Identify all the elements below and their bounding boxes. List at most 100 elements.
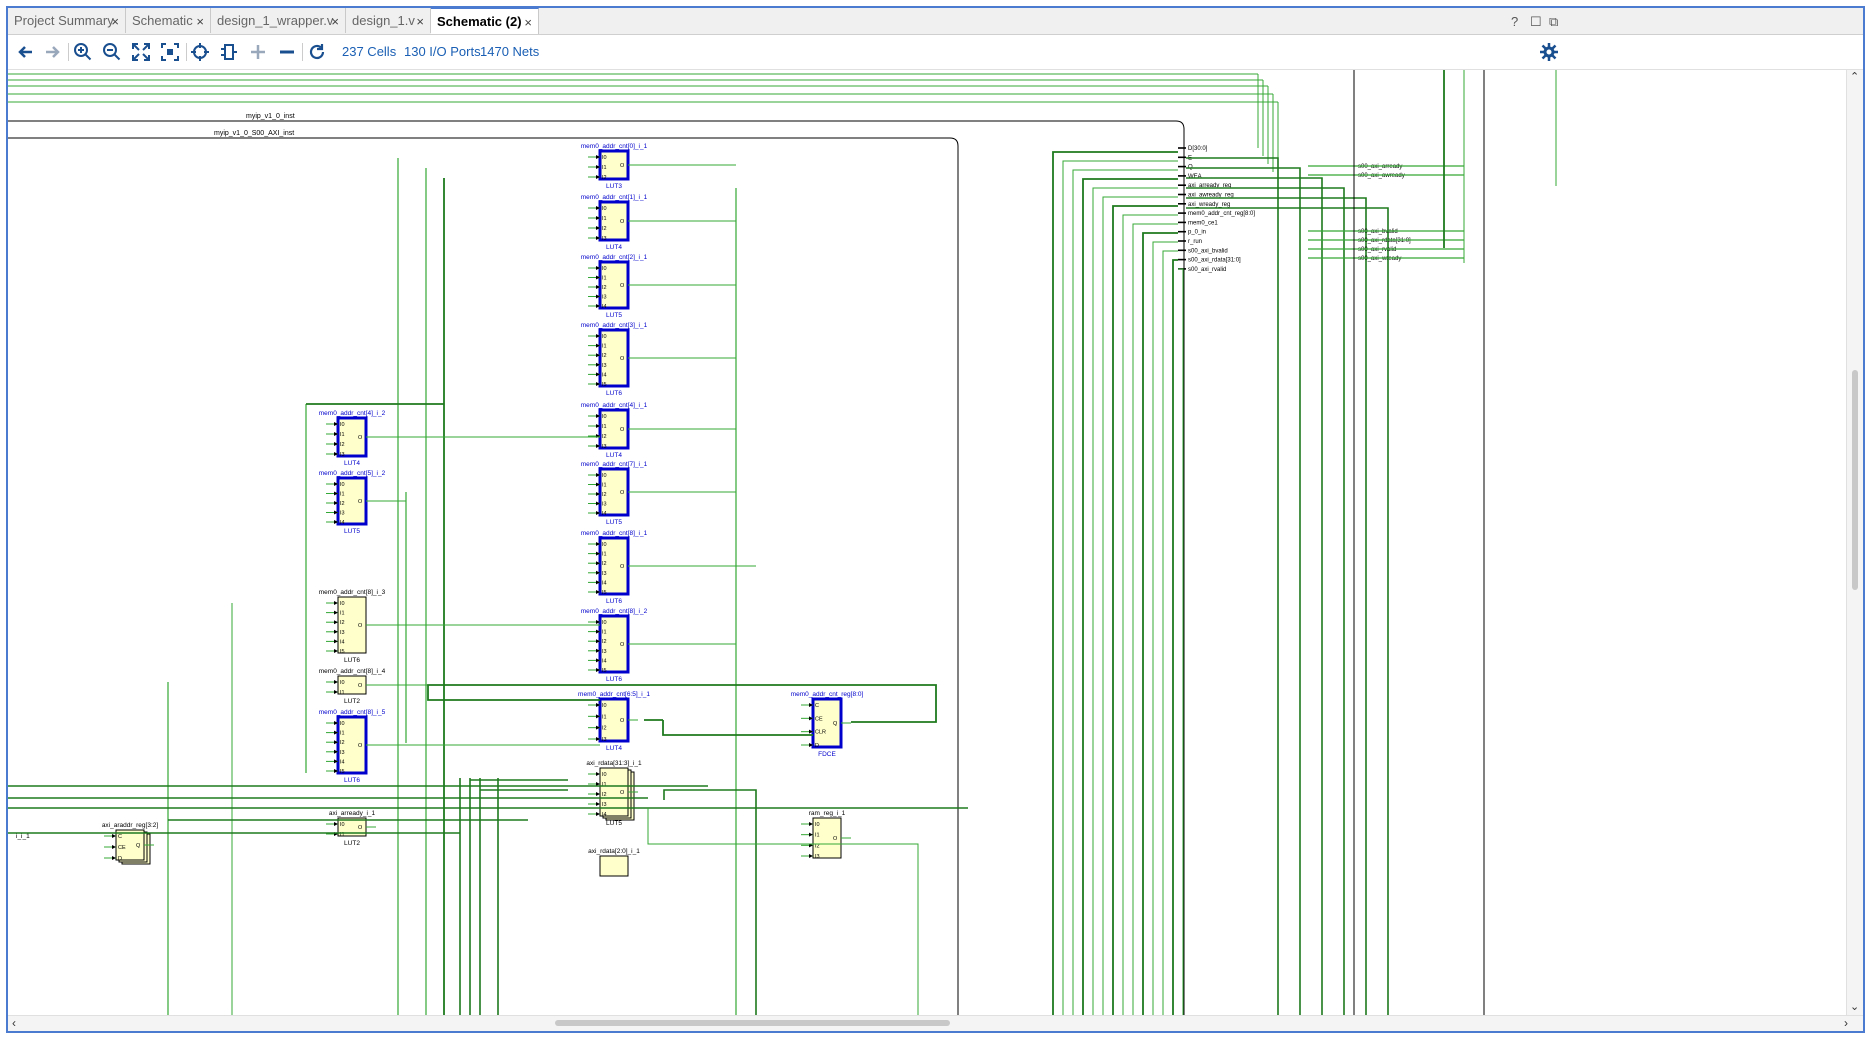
- pin-label: I5: [602, 382, 607, 388]
- pin-label: I1: [602, 165, 607, 171]
- pin-label: I1: [602, 630, 607, 636]
- hierarchy-inner-border: [8, 137, 959, 1018]
- tab-project-summary[interactable]: Project Summary ×: [8, 8, 126, 33]
- pin-label: I2: [602, 353, 607, 359]
- nets-count-link[interactable]: 1470 Nets: [480, 44, 539, 59]
- cell-type-label: LUT6: [606, 390, 622, 397]
- wire: [1062, 160, 1178, 1018]
- tab-design-1[interactable]: design_1.v ×: [346, 8, 431, 33]
- wire: [1186, 207, 1389, 1018]
- pin-label: I0: [340, 680, 345, 686]
- pin-label: I1: [602, 782, 607, 788]
- cell-name-label: mem0_addr_cnt[8]_i_3: [319, 589, 386, 596]
- zoom-in-icon[interactable]: [72, 41, 94, 63]
- schematic-canvas[interactable]: myip_v1_0_inst myip_v1_0_S00_AXI_inst mem0…: [8, 70, 1851, 1018]
- port-label: s00_axi_arready: [1358, 164, 1402, 170]
- pin-label: O: [620, 718, 625, 724]
- scroll-up-icon[interactable]: ⌃: [1850, 70, 1859, 83]
- pin-label: I3: [815, 854, 820, 860]
- tab-design-1-wrapper[interactable]: design_1_wrapper.v ×: [211, 8, 346, 33]
- pin-label: I1: [602, 552, 607, 558]
- pin-label: C: [118, 834, 122, 840]
- close-icon[interactable]: ×: [196, 14, 204, 29]
- cell-name-label: mem0_addr_cnt[8]_i_2: [581, 608, 648, 615]
- toolbar-separator: [68, 43, 69, 61]
- pin-label: I4: [602, 580, 607, 586]
- tab-schematic-2[interactable]: Schematic (2) ×: [431, 8, 539, 34]
- cell-name-label: mem0_addr_cnt[2]_i_1: [581, 254, 648, 261]
- pin-arrow: [112, 834, 116, 838]
- schematic-drawing[interactable]: myip_v1_0_inst myip_v1_0_S00_AXI_inst mem0…: [8, 70, 1851, 1018]
- ports-count-link[interactable]: 130 I/O Ports: [404, 44, 481, 59]
- settings-gear-icon[interactable]: [1538, 41, 1560, 63]
- wire: [1092, 187, 1178, 1018]
- pin-label: O: [620, 283, 625, 289]
- wire: [1186, 197, 1367, 1018]
- refresh-icon[interactable]: [306, 41, 328, 63]
- block-pin-label: WEA: [1188, 174, 1202, 180]
- pin-label: O: [358, 743, 363, 749]
- close-icon[interactable]: ×: [416, 14, 424, 29]
- vertical-scroll-thumb[interactable]: [1852, 370, 1858, 590]
- pin-label: O: [620, 490, 625, 496]
- pin-label: I3: [602, 737, 607, 743]
- wire: [1102, 196, 1178, 1018]
- crosshair-icon[interactable]: [189, 41, 211, 63]
- hierarchy-outer-label: myip_v1_0_inst: [246, 113, 295, 120]
- pin-label: I0: [602, 414, 607, 420]
- plus-icon[interactable]: [247, 41, 269, 63]
- back-icon[interactable]: [14, 41, 36, 63]
- toolbar-separator: [302, 43, 303, 61]
- cell-name-label: mem0_addr_cnt_reg[8:0]: [791, 691, 864, 698]
- scroll-right-icon[interactable]: ›: [1844, 1016, 1848, 1030]
- minus-icon[interactable]: [276, 41, 298, 63]
- pin-label: I2: [602, 726, 607, 732]
- horizontal-scrollbar[interactable]: ‹ ›: [8, 1015, 1863, 1031]
- pin-label: O: [358, 499, 363, 505]
- forward-icon[interactable]: [42, 41, 64, 63]
- expand-cell-icon[interactable]: [218, 41, 240, 63]
- close-icon[interactable]: ×: [111, 14, 119, 29]
- pin-label: I0: [340, 601, 345, 607]
- tab-schematic[interactable]: Schematic ×: [126, 8, 211, 33]
- help-icon[interactable]: ?: [1511, 14, 1518, 29]
- cell-type-label: LUT4: [344, 460, 360, 467]
- wire: [1132, 223, 1178, 1018]
- toolbar: 237 Cells 130 I/O Ports 1470 Nets: [8, 35, 1863, 70]
- close-icon[interactable]: ×: [524, 15, 532, 30]
- pin-arrow: [334, 629, 338, 634]
- schematic-window: Project Summary × Schematic × design_1_wra…: [6, 6, 1865, 1033]
- scroll-down-icon[interactable]: ⌄: [1850, 1000, 1859, 1013]
- pin-label: O: [620, 219, 625, 225]
- zoom-fit-icon[interactable]: [130, 41, 152, 63]
- close-icon[interactable]: ×: [331, 14, 339, 29]
- pin-label: O: [620, 642, 625, 648]
- pin-label: I4: [602, 812, 607, 818]
- zoom-out-icon[interactable]: [101, 41, 123, 63]
- cells-count-link[interactable]: 237 Cells: [342, 44, 396, 59]
- cell-type-label: LUT4: [606, 244, 622, 251]
- float-icon[interactable]: ⧉: [1549, 14, 1558, 30]
- cell-name-label: ram_reg_i_1: [809, 810, 846, 817]
- zoom-area-icon[interactable]: [159, 41, 181, 63]
- pin-label: I0: [602, 206, 607, 212]
- partial-cell-label: i_i_1: [16, 833, 30, 840]
- port-label: s00_axi_awready: [1358, 173, 1405, 179]
- pin-label: I4: [602, 511, 607, 517]
- pin-label: I2: [602, 561, 607, 567]
- pin-label: I3: [602, 236, 607, 242]
- pin-label: I0: [602, 542, 607, 548]
- pin-arrow: [334, 680, 338, 684]
- scroll-left-icon[interactable]: ‹: [12, 1016, 16, 1030]
- pin-arrow: [334, 639, 338, 644]
- wire: [1152, 241, 1178, 1018]
- horizontal-scroll-thumb[interactable]: [555, 1020, 950, 1026]
- pin-label: I2: [602, 226, 607, 232]
- pin-label: I4: [602, 658, 607, 664]
- pin-label: I1: [340, 690, 345, 696]
- block-pin-label: D[30:0]: [1188, 146, 1208, 152]
- pin-arrow: [112, 856, 116, 860]
- wire: [1072, 169, 1178, 1018]
- restore-icon[interactable]: ☐: [1530, 14, 1542, 30]
- vertical-scrollbar[interactable]: ⌃ ⌄: [1846, 70, 1863, 1018]
